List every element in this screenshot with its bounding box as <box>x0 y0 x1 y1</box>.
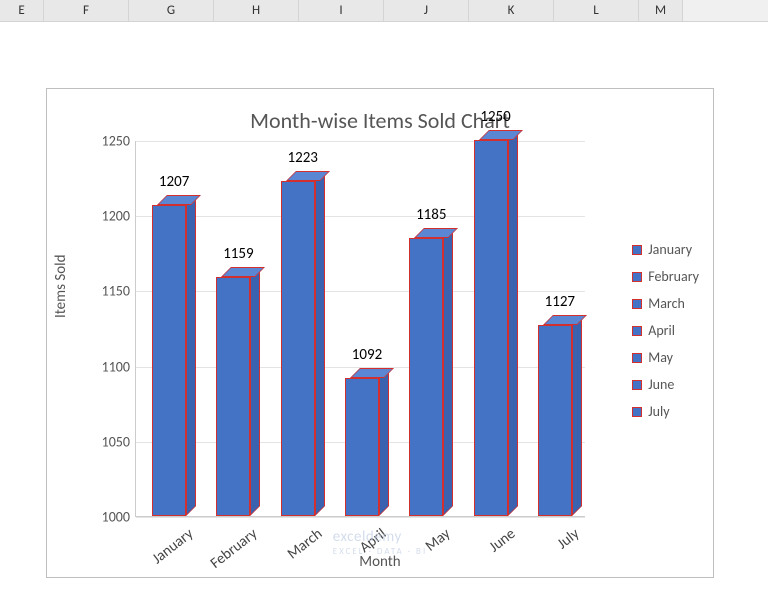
x-tick-label: January <box>123 525 197 588</box>
chart-legend[interactable]: January February March April May June July <box>632 241 699 430</box>
bar-front <box>152 205 186 516</box>
col-header[interactable]: G <box>129 0 214 21</box>
legend-item[interactable]: April <box>632 322 699 339</box>
data-label[interactable]: 1223 <box>273 149 333 167</box>
legend-swatch <box>632 380 642 390</box>
plot-area[interactable]: 1000105011001150120012501207January1159F… <box>135 141 585 517</box>
bar[interactable]: 1185 <box>409 238 453 516</box>
chart-title[interactable]: Month-wise Items Sold Chart <box>47 89 713 134</box>
legend-item[interactable]: January <box>632 241 699 258</box>
legend-swatch <box>632 299 642 309</box>
bar-side-face <box>250 267 260 516</box>
bar-front <box>474 140 508 516</box>
col-header[interactable]: K <box>469 0 554 21</box>
legend-label: July <box>648 403 669 420</box>
bar[interactable]: 1092 <box>345 378 389 516</box>
bar-side-face <box>186 195 196 516</box>
bar[interactable]: 1250 <box>474 140 518 516</box>
column-headers: E F G H I J K L M <box>0 0 768 22</box>
legend-label: January <box>648 241 692 258</box>
bar-front <box>281 181 315 516</box>
legend-item[interactable]: July <box>632 403 699 420</box>
y-axis-label[interactable]: Items Sold <box>52 255 70 318</box>
legend-item[interactable]: May <box>632 349 699 366</box>
x-tick-label: June <box>445 525 519 588</box>
legend-swatch <box>632 326 642 336</box>
bar-side-face <box>572 315 582 516</box>
bar[interactable]: 1207 <box>152 205 196 516</box>
legend-item[interactable]: June <box>632 376 699 393</box>
legend-swatch <box>632 245 642 255</box>
data-label[interactable]: 1159 <box>208 245 268 263</box>
col-header[interactable]: J <box>384 0 469 21</box>
data-label[interactable]: 1250 <box>466 108 526 126</box>
y-tick-label: 1050 <box>92 433 130 450</box>
legend-label: February <box>648 268 699 285</box>
bar-side-face <box>443 228 453 516</box>
bar-side-face <box>379 368 389 516</box>
legend-swatch <box>632 407 642 417</box>
chart-object[interactable]: Month-wise Items Sold Chart Items Sold 1… <box>46 88 714 578</box>
y-tick-label: 1250 <box>92 133 130 150</box>
legend-label: June <box>648 376 674 393</box>
data-label[interactable]: 1185 <box>401 206 461 224</box>
bar-side-face <box>508 130 518 516</box>
legend-label: April <box>648 322 675 339</box>
bar[interactable]: 1223 <box>281 181 325 516</box>
bar[interactable]: 1159 <box>216 277 260 516</box>
bar-front <box>538 325 572 516</box>
col-header[interactable]: M <box>639 0 683 21</box>
legend-swatch <box>632 272 642 282</box>
data-label[interactable]: 1127 <box>530 293 590 311</box>
col-header[interactable]: F <box>44 0 129 21</box>
x-axis-label[interactable]: Month <box>359 553 400 571</box>
bar[interactable]: 1127 <box>538 325 582 516</box>
legend-item[interactable]: March <box>632 295 699 312</box>
x-tick-label: July <box>509 525 583 588</box>
legend-swatch <box>632 353 642 363</box>
col-header[interactable]: I <box>299 0 384 21</box>
bar-front <box>345 378 379 516</box>
legend-item[interactable]: February <box>632 268 699 285</box>
x-tick-label: March <box>252 525 326 588</box>
x-tick-label: February <box>187 525 261 588</box>
col-header[interactable]: E <box>0 0 44 21</box>
gridline <box>136 517 585 518</box>
bar-side-face <box>315 171 325 516</box>
y-tick-label: 1100 <box>92 358 130 375</box>
legend-label: March <box>648 295 685 312</box>
data-label[interactable]: 1207 <box>144 173 204 191</box>
y-tick-label: 1150 <box>92 283 130 300</box>
y-tick-label: 1200 <box>92 208 130 225</box>
bar-front <box>409 238 443 516</box>
col-header[interactable]: L <box>554 0 639 21</box>
data-label[interactable]: 1092 <box>337 346 397 364</box>
bar-front <box>216 277 250 516</box>
worksheet[interactable]: Month-wise Items Sold Chart Items Sold 1… <box>0 22 768 594</box>
y-tick-label: 1000 <box>92 509 130 526</box>
col-header[interactable]: H <box>214 0 299 21</box>
legend-label: May <box>648 349 673 366</box>
